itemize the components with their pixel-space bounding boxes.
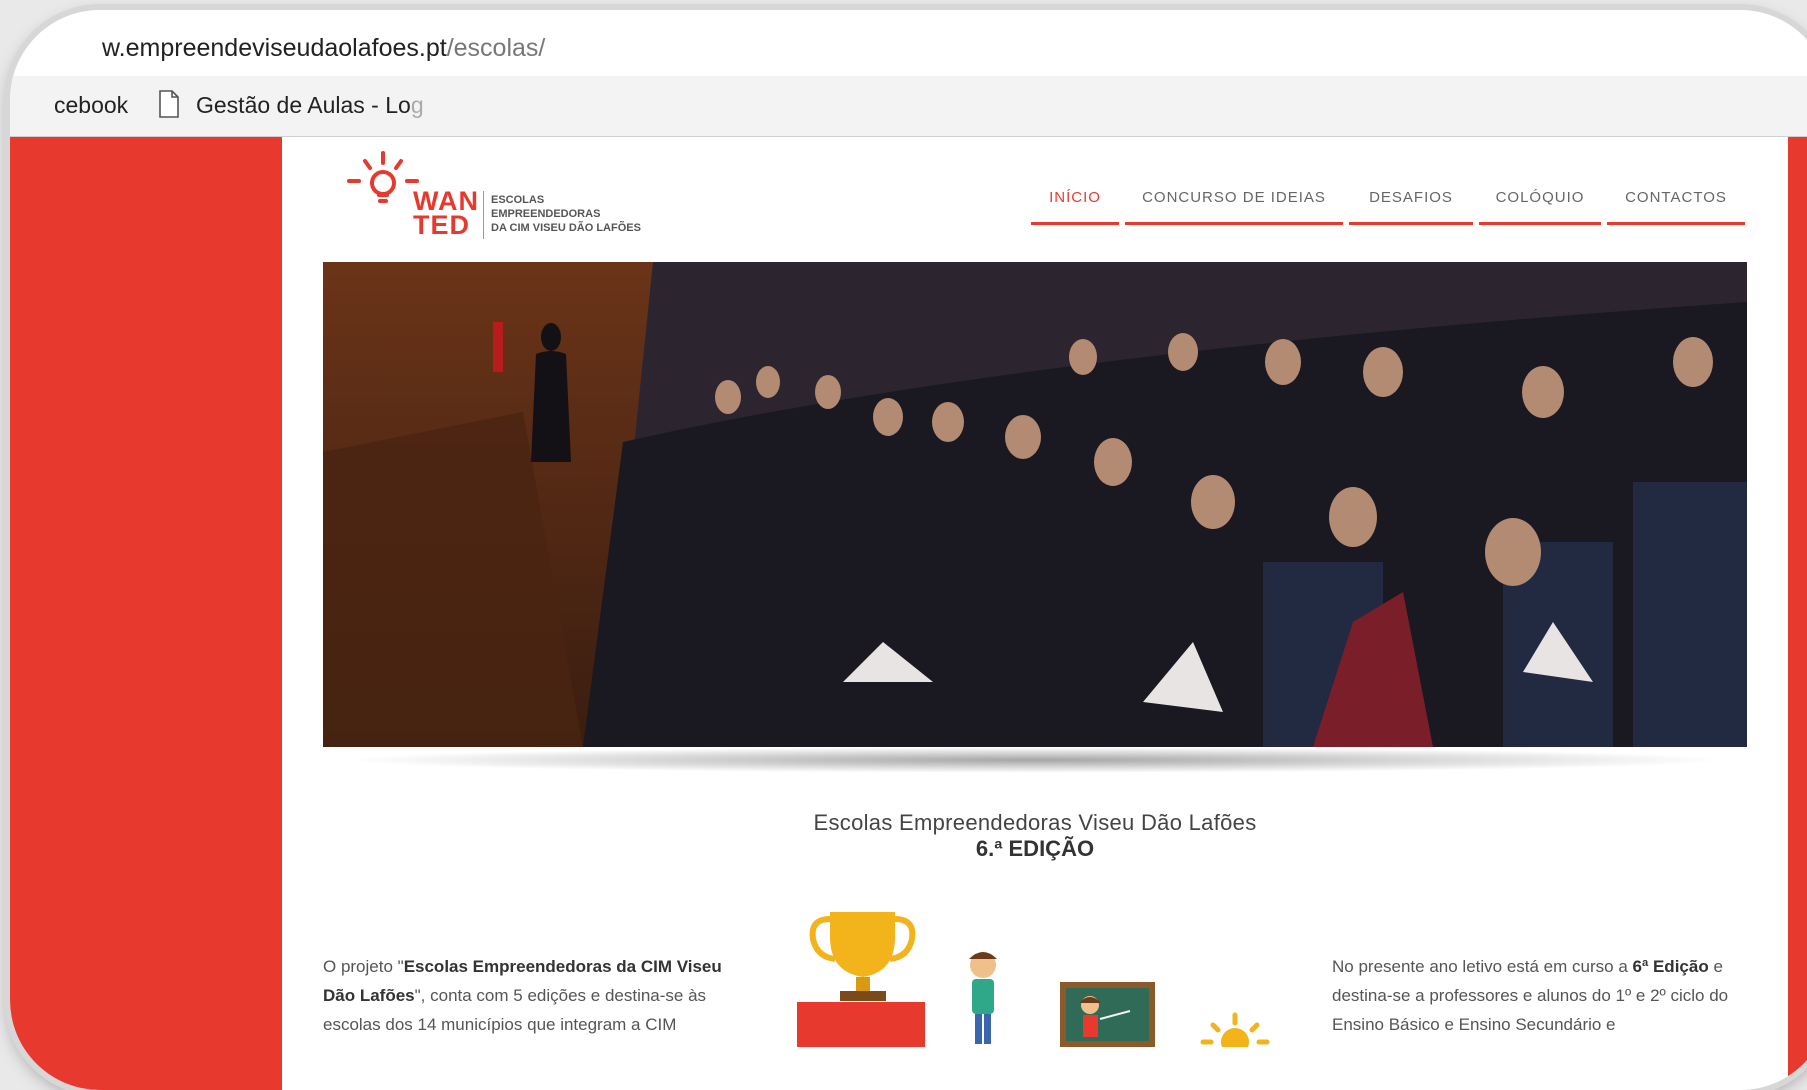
illustration — [797, 912, 1270, 1047]
intro-right-pre: No presente ano letivo está em curso a — [1332, 957, 1633, 976]
intro-left-pre: O projeto " — [323, 957, 404, 976]
logo-word-ted: TED — [413, 210, 470, 240]
bookmark-gestao-fade: g — [410, 92, 424, 118]
student-icon — [969, 952, 997, 1044]
logo-tagline-line-1: Escolas — [491, 194, 545, 206]
document-icon — [159, 90, 179, 118]
nav-contactos[interactable]: CONTACTOS — [1607, 189, 1745, 225]
nav-desafios[interactable]: DESAFIOS — [1349, 189, 1473, 225]
intro-right-bold: 6ª Edição — [1632, 957, 1709, 976]
address-bar[interactable]: w.empreendeviseudaolafoes.pt/escolas/ — [10, 10, 1807, 77]
intro-text-right: No presente ano letivo está em curso a 6… — [1332, 952, 1762, 1039]
url-path: /escolas/ — [446, 34, 546, 62]
hero-photo — [323, 262, 1747, 747]
logo-wordmark: WAN TED — [413, 188, 479, 240]
trophy-icon — [797, 912, 925, 1047]
chalkboard-icon — [1060, 982, 1155, 1047]
bookmarks-bar: cebook Gestão de Aulas - Log — [10, 76, 1807, 137]
intro-text-left: O projeto "Escolas Empreendedoras da CIM… — [323, 952, 753, 1039]
lightbulb-icon — [347, 151, 419, 203]
url-host: w.empreendeviseudaolafoes.pt — [102, 34, 447, 62]
logo-divider — [483, 191, 484, 239]
bookmark-gestao-aulas[interactable]: Gestão de Aulas - Log — [196, 92, 424, 119]
bookmark-facebook[interactable]: cebook — [54, 92, 128, 119]
edition-subtitle: 6.ª EDIÇÃO — [975, 836, 1095, 861]
logo-tagline-line-2: Empreendedoras — [491, 208, 601, 220]
page-title: Escolas Empreendedoras Viseu Dão Lafões — [813, 810, 1257, 835]
left-red-margin — [10, 137, 282, 1090]
page-viewport: WAN TED Escolas Empreendedoras da CIM Vi… — [10, 137, 1807, 1090]
url-text[interactable]: w.empreendeviseudaolafoes.pt/escolas/ — [102, 34, 545, 63]
bookmark-gestao-label: Gestão de Aulas - Lo — [196, 92, 411, 118]
right-red-margin — [1788, 137, 1807, 1090]
nav-coloquio[interactable]: COLÓQUIO — [1479, 189, 1601, 225]
nav-inicio[interactable]: INÍCIO — [1031, 189, 1119, 225]
logo-tagline-line-3: da CIM Viseu Dão Lafões — [491, 222, 641, 234]
hero-shadow — [340, 747, 1730, 773]
hero-photo-illustration — [323, 262, 1747, 747]
sun-icon — [1200, 1012, 1270, 1047]
logo-tagline: Escolas Empreendedoras da CIM Viseu Dão … — [491, 193, 711, 235]
browser-window: w.empreendeviseudaolafoes.pt/escolas/ ce… — [10, 10, 1807, 1090]
nav-concurso-de-ideias[interactable]: CONCURSO DE IDEIAS — [1125, 189, 1343, 225]
